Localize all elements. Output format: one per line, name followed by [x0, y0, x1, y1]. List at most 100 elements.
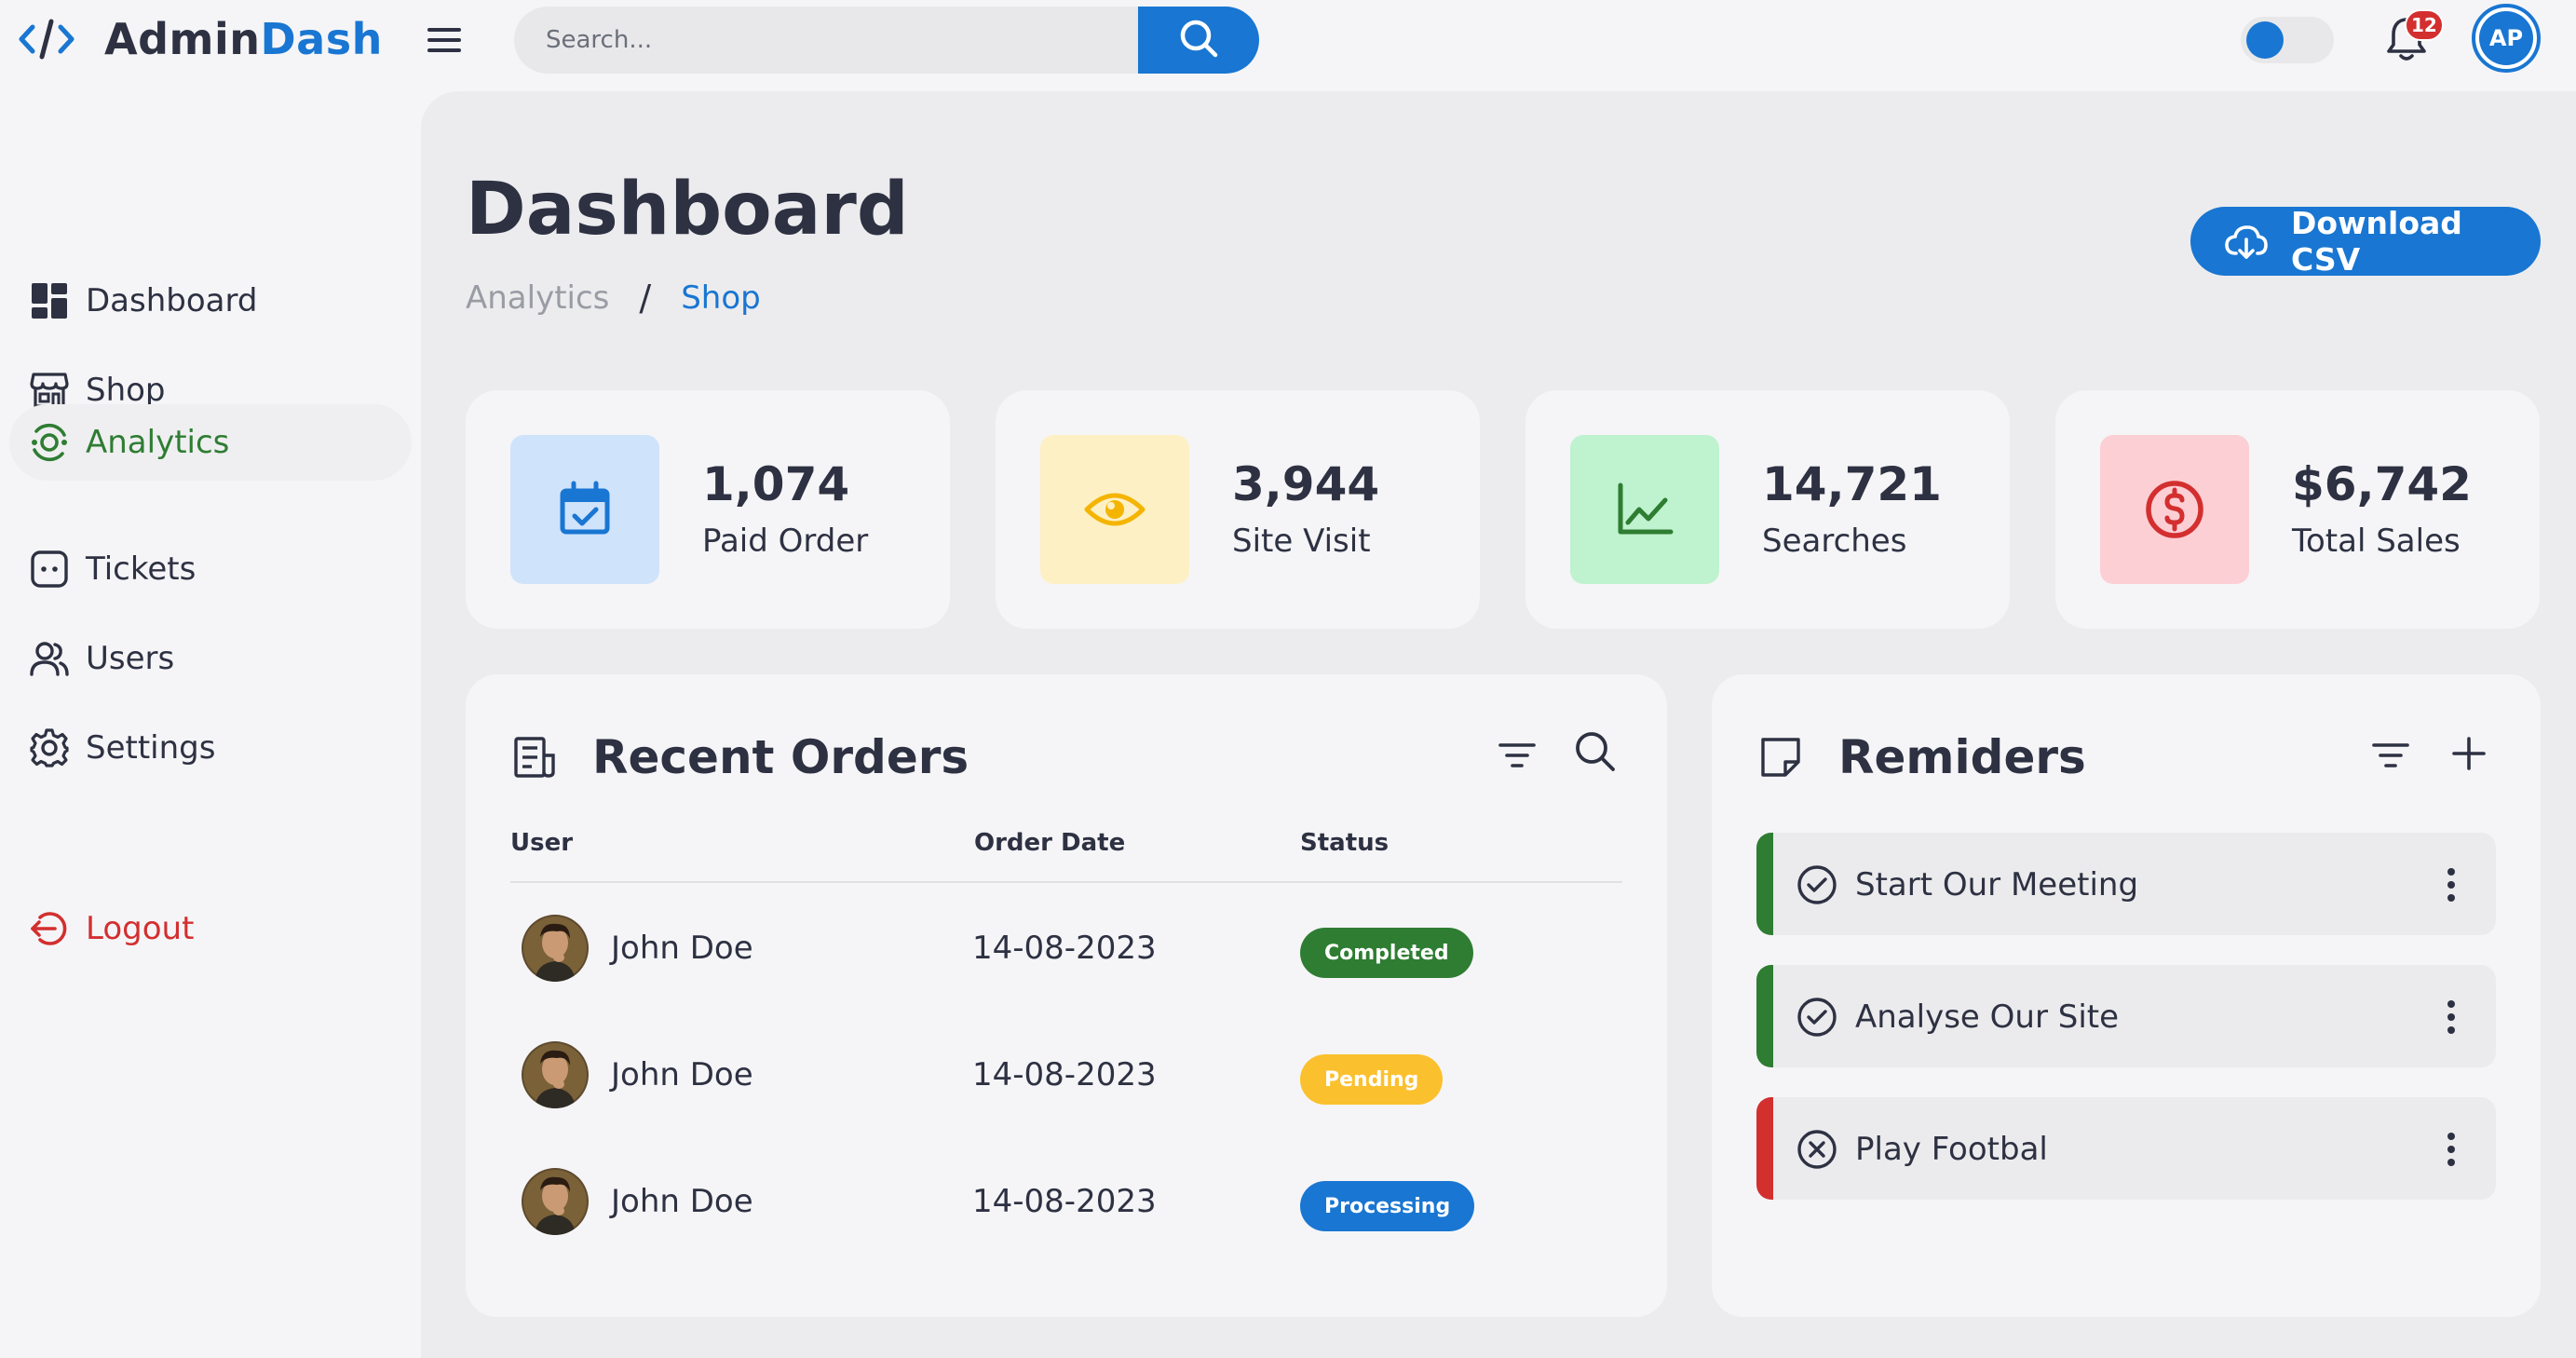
analytics-icon — [28, 421, 71, 464]
notification-count-badge: 12 — [2405, 9, 2444, 41]
order-date: 14-08-2023 — [972, 1056, 1157, 1093]
stat-card-paid-order: 1,074 Paid Order — [466, 390, 950, 629]
column-header-user: User — [510, 829, 574, 857]
stat-card-site-visit: 3,944 Site Visit — [996, 390, 1480, 629]
sidebar: Dashboard Shop Analytics Tickets Users S… — [0, 91, 421, 1358]
x-circle-icon[interactable] — [1796, 1128, 1838, 1171]
sidebar-item-tickets[interactable]: Tickets — [9, 531, 412, 607]
menu-icon — [426, 25, 463, 59]
order-user-name: John Doe — [611, 1183, 753, 1220]
reminders-title: Remiders — [1838, 730, 2086, 784]
download-csv-label: Download CSV — [2291, 205, 2462, 278]
dashboard-grid-icon — [28, 279, 71, 322]
user-avatar[interactable]: AP — [2472, 4, 2541, 73]
reminder-item[interactable]: Start Our Meeting — [1756, 833, 2496, 935]
sidebar-item-label: Shop — [86, 372, 166, 409]
code-icon — [17, 11, 76, 67]
brand-name: AdminDash — [104, 14, 383, 64]
recent-orders-panel: Recent Orders User Order Date Status Joh… — [466, 674, 1667, 1317]
sidebar-item-label: Tickets — [86, 550, 197, 588]
more-vertical-icon[interactable] — [2433, 1123, 2470, 1175]
filter-icon — [2372, 741, 2409, 773]
stat-value: $6,742 — [2292, 457, 2472, 511]
calendar-check-icon — [510, 435, 659, 584]
reminder-item[interactable]: Analyse Our Site — [1756, 965, 2496, 1067]
table-divider — [510, 881, 1622, 883]
reminder-item[interactable]: Play Footbal — [1756, 1097, 2496, 1200]
stat-label: Paid Order — [702, 523, 869, 560]
plus-icon — [2450, 735, 2488, 776]
filter-icon — [1498, 741, 1536, 773]
stat-label: Site Visit — [1232, 523, 1371, 560]
table-row[interactable]: John Doe 14-08-2023 Completed — [510, 885, 1622, 1012]
download-csv-button[interactable]: Download CSV — [2190, 205, 2541, 278]
brand[interactable]: AdminDash — [17, 11, 383, 67]
reminder-text: Play Footbal — [1855, 1131, 2048, 1168]
search-icon — [1176, 16, 1221, 64]
reminders-panel: Remiders Start Our Meeting Analyse Our S… — [1712, 674, 2541, 1317]
stat-card-searches: 14,721 Searches — [1525, 390, 2010, 629]
column-header-status: Status — [1300, 829, 1390, 857]
order-date: 14-08-2023 — [972, 930, 1157, 967]
search-icon — [1574, 730, 1617, 777]
gear-icon — [28, 727, 71, 769]
user-photo — [522, 1041, 589, 1108]
stat-label: Searches — [1762, 523, 1907, 560]
avatar-initials: AP — [2479, 11, 2533, 65]
receipt-icon — [510, 733, 559, 781]
add-reminder-button[interactable] — [2442, 728, 2496, 782]
dollar-circle-icon — [2100, 435, 2249, 584]
stat-label: Total Sales — [2292, 523, 2461, 560]
breadcrumb-item-analytics[interactable]: Analytics — [466, 279, 609, 317]
order-user-name: John Doe — [611, 1056, 753, 1093]
check-circle-icon[interactable] — [1796, 863, 1838, 906]
sidebar-item-dashboard[interactable]: Dashboard — [9, 263, 412, 339]
search-input[interactable] — [514, 7, 1138, 74]
sidebar-item-label: Settings — [86, 729, 216, 767]
brand-name-part2: Dash — [260, 14, 383, 64]
note-icon — [1756, 733, 1805, 781]
stat-value: 14,721 — [1762, 457, 1942, 511]
user-photo — [522, 915, 589, 982]
reminder-status-bar — [1756, 833, 1773, 935]
more-vertical-icon[interactable] — [2433, 859, 2470, 911]
sidebar-item-label: Users — [86, 640, 175, 677]
column-header-order-date: Order Date — [974, 829, 1126, 857]
reminder-text: Analyse Our Site — [1855, 998, 2120, 1036]
orders-filter-button[interactable] — [1490, 730, 1544, 784]
sidebar-item-settings[interactable]: Settings — [9, 710, 412, 786]
order-date: 14-08-2023 — [972, 1183, 1157, 1220]
sidebar-item-logout[interactable]: Logout — [9, 890, 412, 967]
reminders-filter-button[interactable] — [2364, 730, 2418, 784]
search-bar — [514, 7, 1259, 74]
table-row[interactable]: John Doe 14-08-2023 Processing — [510, 1138, 1622, 1265]
reminder-status-bar — [1756, 1097, 1773, 1200]
sidebar-item-users[interactable]: Users — [9, 620, 412, 697]
eye-icon — [1040, 435, 1189, 584]
sidebar-item-analytics[interactable]: Analytics — [9, 404, 412, 481]
notifications-button[interactable]: 12 — [2377, 9, 2444, 71]
page-title: Dashboard — [466, 168, 909, 251]
brand-name-part1: Admin — [104, 14, 261, 64]
status-badge: Pending — [1300, 1054, 1444, 1105]
reminder-status-bar — [1756, 965, 1773, 1067]
user-photo — [522, 1168, 589, 1235]
more-vertical-icon[interactable] — [2433, 991, 2470, 1043]
stat-value: 3,944 — [1232, 457, 1380, 511]
orders-search-button[interactable] — [1568, 727, 1622, 781]
cloud-download-icon — [2224, 219, 2269, 264]
recent-orders-header: Recent Orders — [510, 725, 969, 790]
breadcrumb: Analytics / Shop — [466, 278, 761, 319]
breadcrumb-item-shop[interactable]: Shop — [681, 279, 761, 317]
recent-orders-title: Recent Orders — [592, 730, 969, 784]
stat-value: 1,074 — [702, 457, 850, 511]
breadcrumb-separator: / — [639, 278, 652, 319]
line-chart-icon — [1570, 435, 1719, 584]
menu-toggle-button[interactable] — [421, 20, 468, 63]
table-row[interactable]: John Doe 14-08-2023 Pending — [510, 1012, 1622, 1138]
sidebar-item-label: Dashboard — [86, 282, 258, 319]
reminder-text: Start Our Meeting — [1855, 866, 2139, 903]
theme-toggle[interactable] — [2241, 17, 2334, 63]
check-circle-icon[interactable] — [1796, 996, 1838, 1039]
search-button[interactable] — [1138, 7, 1259, 74]
